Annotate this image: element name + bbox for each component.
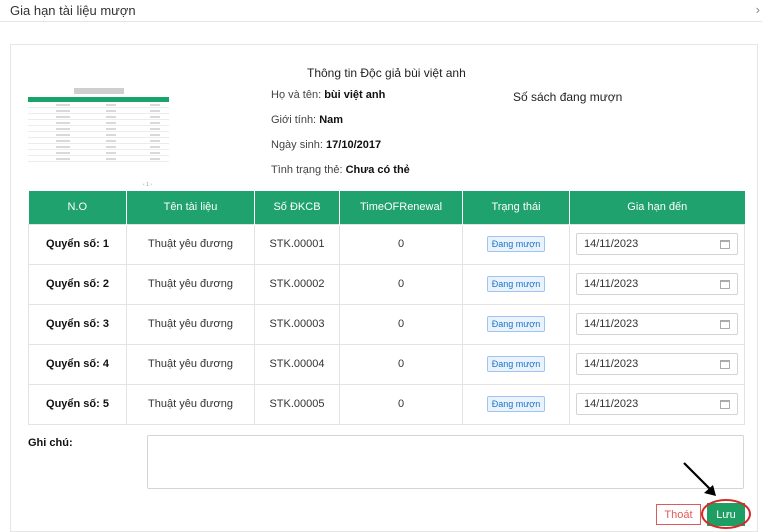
table-row: Quyển số: 4 Thuật yêu đương STK.00004 0 … xyxy=(28,343,745,385)
cell-code: STK.00002 xyxy=(254,263,340,305)
status-badge: Đang mượn xyxy=(486,316,546,332)
cell-title: Thuật yêu đương xyxy=(126,303,255,345)
renew-date-value: 14/11/2023 xyxy=(584,398,639,410)
cell-renew-until: 14/11/2023 xyxy=(569,263,745,305)
cell-no: Quyển số: 3 xyxy=(28,303,127,345)
reader-title: Thông tin Độc giả bùi việt anh xyxy=(307,66,466,80)
cell-status: Đang mượn xyxy=(462,263,570,305)
note-label: Ghi chú: xyxy=(28,437,73,449)
borrowed-books-label: Số sách đang mượn xyxy=(513,90,623,104)
calendar-icon[interactable] xyxy=(720,399,730,409)
table-row: Quyển số: 1 Thuật yêu đương STK.00001 0 … xyxy=(28,223,745,265)
info-name-label: Họ và tên: xyxy=(271,89,322,101)
status-badge: Đang mượn xyxy=(486,236,546,252)
modal-header: Gia hạn tài liệu mượn › xyxy=(0,0,762,22)
cell-renewals: 0 xyxy=(339,223,463,265)
table-row: Quyển số: 2 Thuật yêu đương STK.00002 0 … xyxy=(28,263,745,305)
info-name: Họ và tên: bùi việt anh xyxy=(271,89,385,101)
modal-title: Gia hạn tài liệu mượn xyxy=(10,3,136,18)
cell-no: Quyển số: 4 xyxy=(28,343,127,385)
renew-date-picker[interactable]: 14/11/2023 xyxy=(576,233,738,255)
info-name-value: bùi việt anh xyxy=(324,89,386,101)
renew-date-value: 14/11/2023 xyxy=(584,278,639,290)
close-icon[interactable]: › xyxy=(756,2,760,17)
cell-status: Đang mượn xyxy=(462,343,570,385)
save-highlight-circle xyxy=(701,499,751,529)
cell-title: Thuật yêu đương xyxy=(126,343,255,385)
exit-button[interactable]: Thoát xyxy=(656,504,701,525)
cell-status: Đang mượn xyxy=(462,223,570,265)
renew-date-value: 14/11/2023 xyxy=(584,238,639,250)
cell-no: Quyển số: 1 xyxy=(28,223,127,265)
column-header-renewals: TimeOFRenewal xyxy=(339,191,463,224)
column-header-renew-until: Gia hạn đến xyxy=(569,191,745,224)
pointer-arrow-icon xyxy=(683,462,716,496)
cell-title: Thuật yêu đương xyxy=(126,383,255,425)
table-row: Quyển số: 3 Thuật yêu đương STK.00003 0 … xyxy=(28,303,745,345)
cell-no: Quyển số: 2 xyxy=(28,263,127,305)
column-header-code: Số ĐKCB xyxy=(254,191,340,224)
info-birthdate-label: Ngày sinh: xyxy=(271,139,323,151)
note-textarea[interactable] xyxy=(147,435,744,489)
cell-code: STK.00005 xyxy=(254,383,340,425)
info-birthdate-value: 17/10/2017 xyxy=(326,139,382,151)
info-gender-label: Giới tính: xyxy=(271,114,317,126)
renew-date-picker[interactable]: 14/11/2023 xyxy=(576,273,738,295)
status-badge: Đang mượn xyxy=(486,396,546,412)
column-header-no: N.O xyxy=(28,191,127,224)
cell-renew-until: 14/11/2023 xyxy=(569,223,745,265)
cell-no: Quyển số: 5 xyxy=(28,383,127,425)
cell-code: STK.00004 xyxy=(254,343,340,385)
cell-title: Thuật yêu đương xyxy=(126,223,255,265)
status-badge: Đang mượn xyxy=(486,356,546,372)
cell-renew-until: 14/11/2023 xyxy=(569,383,745,425)
cell-code: STK.00001 xyxy=(254,223,340,265)
info-card-status: Tình trạng thẻ: Chưa có thẻ xyxy=(271,164,410,176)
cell-status: Đang mượn xyxy=(462,303,570,345)
renewal-modal: Gia hạn tài liệu mượn › Thông tin Độc gi… xyxy=(0,0,762,532)
cell-renew-until: 14/11/2023 xyxy=(569,303,745,345)
info-card-status-value: Chưa có thẻ xyxy=(345,164,410,176)
cell-renewals: 0 xyxy=(339,383,463,425)
table-row: Quyển số: 5 Thuật yêu đương STK.00005 0 … xyxy=(28,383,745,425)
table-header-row: N.O Tên tài liệu Số ĐKCB TimeOFRenewal T… xyxy=(28,191,745,224)
info-birthdate: Ngày sinh: 17/10/2017 xyxy=(271,139,381,151)
renew-date-picker[interactable]: 14/11/2023 xyxy=(576,393,738,415)
renew-date-picker[interactable]: 14/11/2023 xyxy=(576,353,738,375)
renew-date-value: 14/11/2023 xyxy=(584,318,639,330)
cell-renewals: 0 xyxy=(339,303,463,345)
cell-renewals: 0 xyxy=(339,343,463,385)
info-gender: Giới tính: Nam xyxy=(271,114,343,126)
status-badge: Đang mượn xyxy=(486,276,546,292)
borrowed-books-table: N.O Tên tài liệu Số ĐKCB TimeOFRenewal T… xyxy=(28,191,745,425)
report-thumbnail-image: ‹ 1 › xyxy=(28,86,169,188)
calendar-icon[interactable] xyxy=(720,359,730,369)
cell-renewals: 0 xyxy=(339,263,463,305)
renew-date-value: 14/11/2023 xyxy=(584,358,639,370)
info-card-status-label: Tình trạng thẻ: xyxy=(271,164,343,176)
cell-code: STK.00003 xyxy=(254,303,340,345)
column-header-title: Tên tài liệu xyxy=(126,191,255,224)
column-header-status: Trạng thái xyxy=(462,191,570,224)
calendar-icon[interactable] xyxy=(720,239,730,249)
cell-status: Đang mượn xyxy=(462,383,570,425)
renew-date-picker[interactable]: 14/11/2023 xyxy=(576,313,738,335)
cell-title: Thuật yêu đương xyxy=(126,263,255,305)
cell-renew-until: 14/11/2023 xyxy=(569,343,745,385)
calendar-icon[interactable] xyxy=(720,319,730,329)
info-gender-value: Nam xyxy=(319,114,344,126)
calendar-icon[interactable] xyxy=(720,279,730,289)
